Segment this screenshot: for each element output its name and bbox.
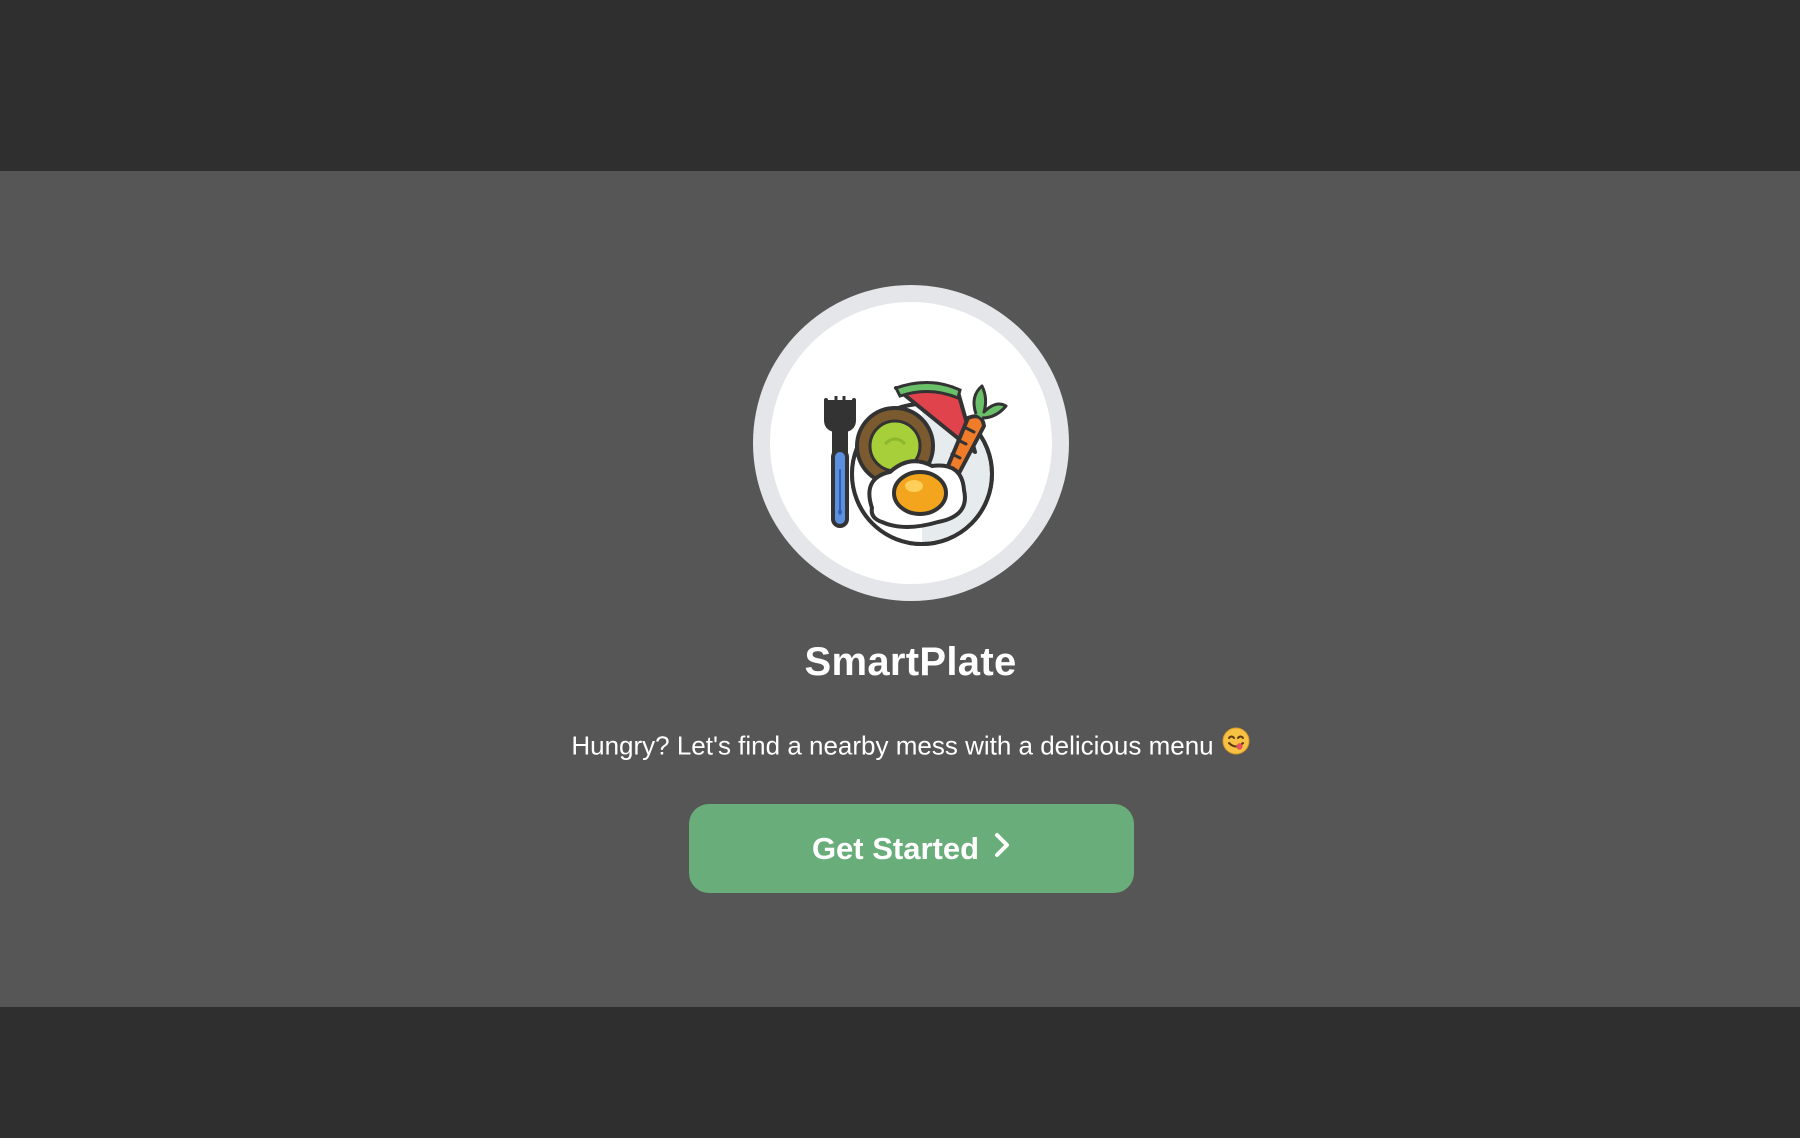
app-title: SmartPlate [804,640,1017,684]
logo-inner-circle [770,302,1052,584]
get-started-button[interactable]: Get Started [689,804,1134,893]
tagline: Hungry? Let's find a nearby mess with a … [0,727,1800,765]
tagline-text: Hungry? Let's find a nearby mess with a … [571,730,1214,761]
plate-fork-food-icon [824,380,1008,546]
chevron-right-icon [993,831,1011,867]
yum-face-emoji-icon [1222,727,1250,762]
get-started-label: Get Started [811,830,980,866]
top-band [0,0,1800,171]
app-logo [753,285,1069,601]
bottom-band [0,1007,1800,1138]
